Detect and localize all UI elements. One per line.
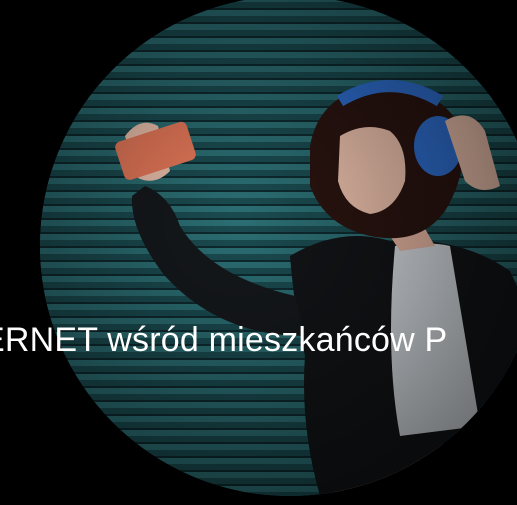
- woman-with-headphones-icon: [40, 0, 517, 496]
- headline-rest-text: wśród mieszkańców P: [97, 321, 448, 359]
- headline-strong-text: ERNET: [0, 321, 98, 359]
- hero-photo: [40, 0, 517, 496]
- hero-headline: ERNET wśród mieszkańców P: [0, 320, 517, 360]
